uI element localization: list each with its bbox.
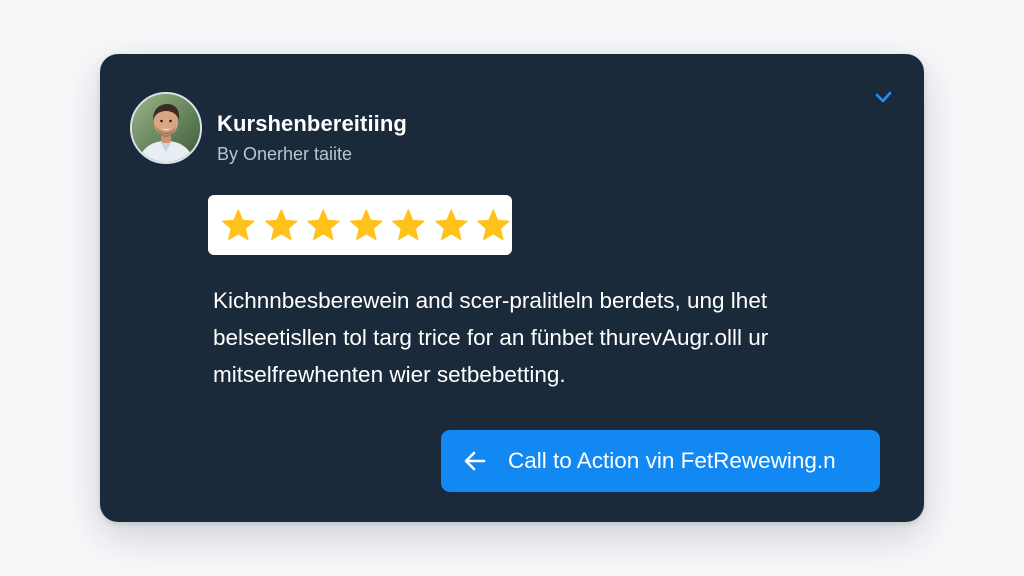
- avatar: [130, 92, 202, 164]
- page: Kurshenbereitiing By Onerher taiite Kich…: [0, 0, 1024, 576]
- review-text-line: belseetisllen tol targ trice for an fünb…: [213, 325, 769, 350]
- star-icon: [264, 208, 298, 240]
- review-text-line: mitselfrewhenten wier setbebetting.: [213, 362, 566, 387]
- arrow-left-icon: [464, 451, 486, 471]
- review-text: Kichnnbesberewein and scer-pralitleln be…: [213, 282, 903, 393]
- star-icon: [222, 208, 255, 240]
- chevron-down-icon[interactable]: [872, 86, 896, 110]
- review-card: Kurshenbereitiing By Onerher taiite Kich…: [100, 54, 924, 522]
- review-text-line: Kichnnbesberewein and scer-pralitleln be…: [213, 288, 768, 313]
- star-icon: [392, 208, 425, 240]
- reviewer-name: Kurshenbereitiing: [217, 111, 407, 136]
- star-icon: [349, 208, 383, 240]
- star-icon: [435, 208, 468, 240]
- star-icon: [477, 208, 510, 240]
- cta-button[interactable]: Call to Action vin FetRewewing.n: [441, 430, 880, 492]
- cta-label: Call to Action vin FetRewewing.n: [508, 448, 836, 473]
- star-icon: [307, 208, 340, 240]
- reviewer-byline: By Onerher taiite: [217, 144, 353, 164]
- star-rating: [208, 195, 512, 255]
